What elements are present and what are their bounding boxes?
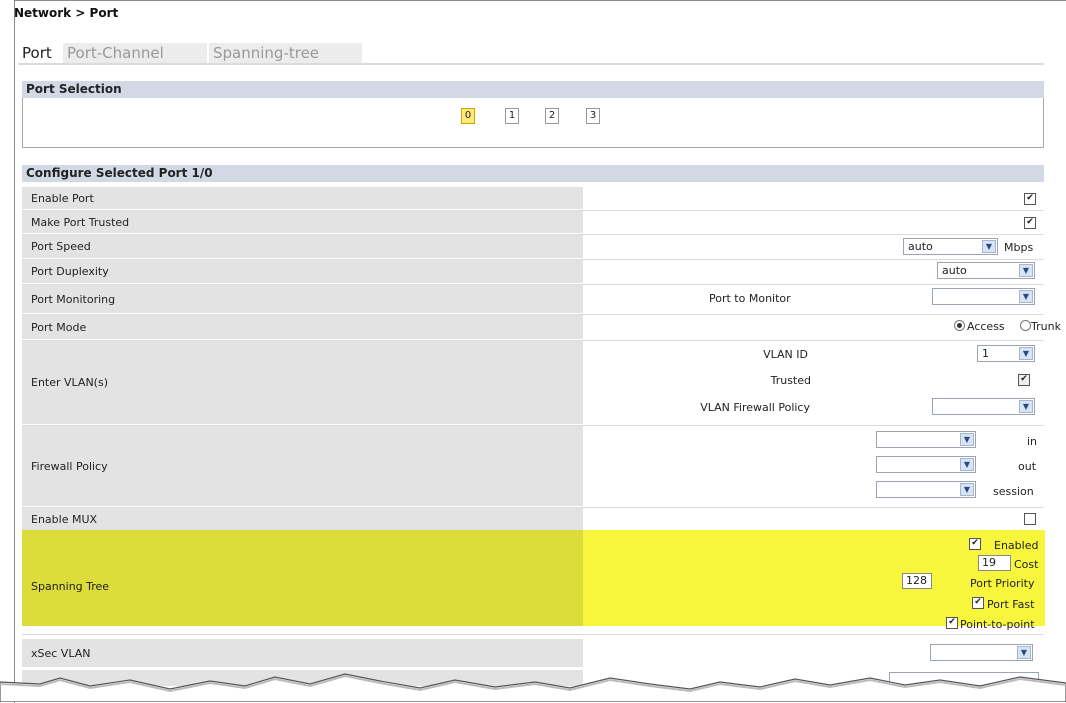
chevron-down-icon: ▼ [1019,400,1033,413]
spanning-tree-enabled-checkbox[interactable]: ✔ [969,538,981,550]
port-selection-panel: 0 1 2 3 [22,98,1044,148]
firewall-session-select[interactable]: ▼ [876,481,976,498]
torn-edge-graphic [0,673,1066,702]
chevron-down-icon: ▼ [982,240,996,253]
port-button-3[interactable]: 3 [586,108,600,124]
vlan-id-label: VLAN ID [763,348,808,361]
firewall-in-select[interactable]: ▼ [876,431,976,448]
vlan-id-select[interactable]: 1 ▼ [977,345,1035,362]
spanning-tree-enabled-label: Enabled [994,539,1039,552]
port-mode-trunk-radio[interactable] [1020,320,1031,331]
port-to-monitor-label: Port to Monitor [709,292,791,305]
spanning-tree-cost-input[interactable]: 19 [978,555,1011,571]
xsec-vlan-select[interactable]: ▼ [930,644,1033,661]
port-speed-value: auto [908,240,933,253]
vlan-firewall-policy-select[interactable]: ▼ [932,398,1035,415]
point-to-point-checkbox[interactable]: ✔ [946,617,958,629]
port-duplexity-select[interactable]: auto ▼ [937,262,1035,279]
port-selection-header: Port Selection [22,81,1044,98]
firewall-session-label: session [993,485,1034,498]
port-mode-access-radio[interactable] [954,320,965,331]
vlan-trusted-checkbox[interactable]: ✔ [1018,374,1030,386]
firewall-out-select[interactable]: ▼ [876,456,976,473]
chevron-down-icon: ▼ [960,458,974,471]
port-to-monitor-select[interactable]: ▼ [932,288,1035,305]
tab-port-channel[interactable]: Port-Channel [63,43,207,63]
chevron-down-icon: ▼ [1019,290,1033,303]
trusted-label: Trusted [770,374,811,387]
tab-divider [18,63,1044,65]
chevron-down-icon: ▼ [1019,347,1033,360]
firewall-in-label: in [1027,435,1038,448]
chevron-down-icon: ▼ [960,483,974,496]
spanning-tree-label: Spanning Tree [31,580,110,593]
vlan-firewall-policy-label: VLAN Firewall Policy [700,401,810,414]
enable-port-label: Enable Port [22,187,583,209]
firewall-policy-label: Firewall Policy [22,426,583,506]
enable-mux-checkbox[interactable] [1024,513,1036,525]
port-button-2[interactable]: 2 [545,108,559,124]
port-mode-trunk-label: Trunk [1031,320,1061,333]
make-port-trusted-checkbox[interactable]: ✔ [1024,217,1036,229]
make-port-trusted-label: Make Port Trusted [22,211,583,233]
port-button-0[interactable]: 0 [461,108,475,124]
chevron-down-icon: ▼ [1017,646,1031,659]
port-speed-unit: Mbps [1004,241,1034,254]
enter-vlans-label: Enter VLAN(s) [22,341,583,424]
port-speed-label: Port Speed [22,235,583,258]
port-priority-input[interactable]: 128 [902,573,932,589]
row-separator [22,634,1044,635]
port-mode-access-label: Access [967,320,1005,333]
port-fast-label: Port Fast [987,598,1035,611]
tab-port[interactable]: Port [18,43,59,63]
point-to-point-label: Point-to-point [960,618,1035,631]
tab-spanning-tree[interactable]: Spanning-tree [209,43,362,63]
port-mode-label: Port Mode [22,315,583,339]
port-monitoring-label: Port Monitoring [22,285,583,313]
port-duplexity-value: auto [942,264,967,277]
port-fast-checkbox[interactable]: ✔ [972,597,984,609]
spanning-tree-highlight-left [22,530,583,626]
port-speed-select[interactable]: auto ▼ [903,238,998,255]
vlan-id-value: 1 [982,347,989,360]
port-priority-label: Port Priority [970,577,1035,590]
chevron-down-icon: ▼ [1019,264,1033,277]
chevron-down-icon: ▼ [960,433,974,446]
port-duplexity-label: Port Duplexity [22,260,583,283]
enable-port-checkbox[interactable]: ✔ [1024,193,1036,205]
firewall-out-label: out [1018,460,1037,473]
configure-port-header: Configure Selected Port 1/0 [22,165,1044,182]
breadcrumb: Network > Port [14,6,119,20]
spanning-tree-cost-label: Cost [1014,558,1039,571]
port-button-1[interactable]: 1 [505,108,519,124]
enable-mux-label: Enable MUX [22,508,583,530]
